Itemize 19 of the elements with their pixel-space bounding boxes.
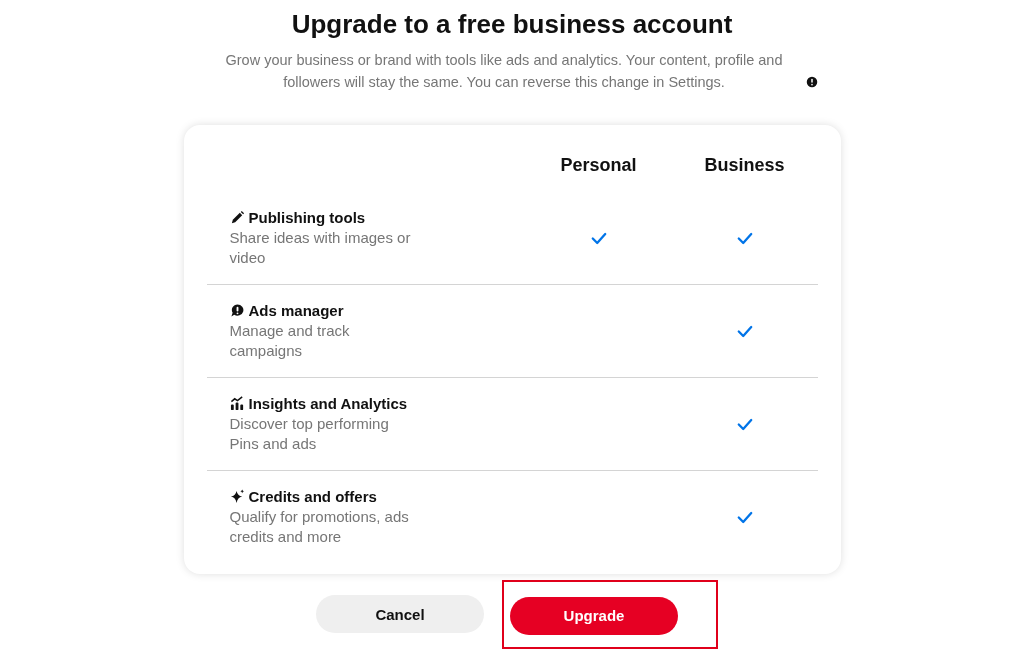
upgrade-button[interactable]: Upgrade <box>510 596 678 635</box>
sparkle-icon <box>229 488 245 504</box>
feature-description: Share ideas with images or video <box>229 227 412 268</box>
speech-bubble-icon <box>229 302 245 318</box>
feature-title: Ads manager <box>248 301 344 319</box>
feature-description: Manage and track campaigns <box>229 320 351 361</box>
feature-title: Publishing tools <box>248 208 366 226</box>
column-header: Business <box>703 154 786 176</box>
description-text: Grow your business or brand with tools like ads and analytics. Your content, profile and followers will stay the same. You can reverse this change in Settings. <box>224 51 784 92</box>
pencil-icon <box>229 209 245 225</box>
feature-description: Discover top performing Pins and ads <box>229 413 390 454</box>
feature-description: Qualify for promotions, ads credits and more <box>229 506 410 547</box>
cancel-button[interactable]: Cancel <box>316 595 484 633</box>
feature-title: Insights and Analytics <box>248 394 408 412</box>
feature-title: Credits and offers <box>248 487 377 505</box>
column-header: Personal <box>559 154 638 176</box>
bar-chart-icon <box>229 395 245 411</box>
info-icon <box>806 76 818 88</box>
page-title: Upgrade to a free business account <box>291 8 733 41</box>
